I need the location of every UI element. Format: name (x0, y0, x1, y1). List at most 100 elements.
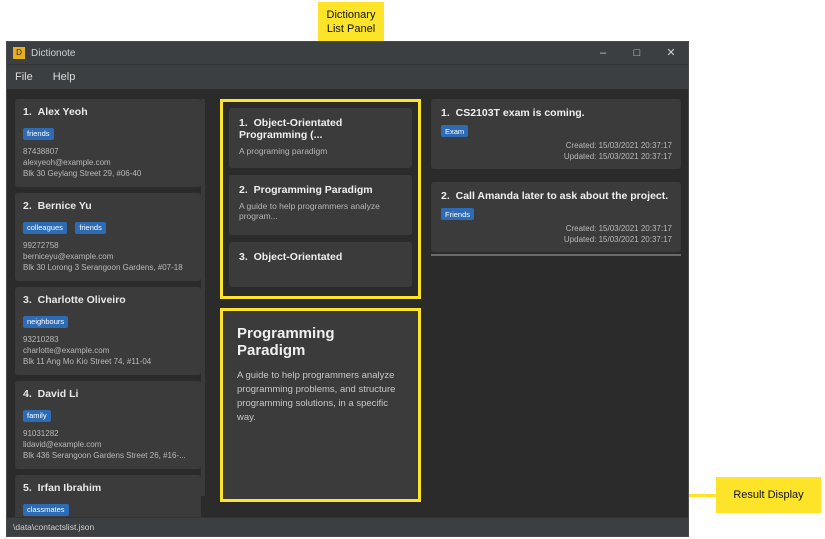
dictionary-item-title: 2. Programming Paradigm (239, 184, 402, 196)
contact-index: 4. (23, 388, 32, 400)
status-bar-path: \data\contactslist.json (13, 522, 95, 532)
work-area: 1. Alex Yeoh friends 87438807 alexyeoh@e… (7, 89, 688, 536)
contact-tags: colleagues friends (23, 217, 193, 235)
maximize-button[interactable]: □ (620, 42, 654, 64)
tag-chip: family (23, 409, 51, 422)
window-title: Dictionote (31, 47, 76, 59)
note-created: Created: 15/03/2021 20:37:17 (565, 141, 672, 150)
note-card[interactable]: 1. CS2103T exam is coming. Exam Created:… (431, 99, 681, 169)
minimize-button[interactable]: – (586, 42, 620, 64)
tag-chip: classmates (23, 503, 69, 516)
contact-tags: classmates (23, 499, 193, 517)
status-bar: \data\contactslist.json (7, 517, 688, 536)
contact-email: berniceyu@example.com (23, 252, 114, 261)
app-logo-icon: D (13, 47, 25, 59)
note-meta: Created: 15/03/2021 20:37:17 Updated: 15… (564, 223, 672, 245)
contact-card[interactable]: 4. David Li family 91031282 lidavid@exam… (15, 381, 201, 469)
menu-item-file[interactable]: File (15, 71, 33, 83)
contact-name: 4. David Li (23, 388, 193, 400)
dictionary-list-item[interactable]: 3. Object-Orientated (229, 242, 412, 287)
contact-index: 5. (23, 482, 32, 494)
dictionary-item-title-text: Object-Orientated (253, 251, 343, 263)
dictionary-column: 1. Object-Orientated Programming (... A … (220, 99, 421, 502)
dictionary-content-title: Programming Paradigm (237, 325, 335, 359)
tag-chip: friends (75, 221, 106, 234)
dictionary-item-title-text: Object-Orientated Programming (... (239, 117, 343, 141)
tag-chip: Exam (441, 125, 469, 137)
contact-name-text: Irfan Ibrahim (37, 482, 102, 494)
tag-chip: neighbours (23, 315, 69, 328)
contact-email: charlotte@example.com (23, 346, 110, 355)
contact-card[interactable]: 3. Charlotte Oliveiro neighbours 9321028… (15, 287, 201, 375)
note-index: 2. (441, 190, 450, 202)
note-list-panel[interactable]: 1. CS2103T exam is coming. Exam Created:… (431, 99, 681, 456)
menu-item-help[interactable]: Help (53, 71, 76, 83)
note-updated: Updated: 15/03/2021 20:37:17 (563, 235, 672, 244)
note-updated: Updated: 15/03/2021 20:37:17 (563, 152, 672, 161)
contact-index: 2. (23, 200, 32, 212)
contact-name: 1. Alex Yeoh (23, 106, 193, 118)
contact-address: Blk 11 Ang Mo Kio Street 74, #11-04 (23, 357, 152, 366)
annotation-dictionary-list-panel-line2: List Panel (326, 23, 376, 35)
contact-phone: 99272758 (23, 241, 59, 250)
dictionary-item-title-text: Programming Paradigm (253, 184, 373, 196)
dictionary-content-body: A guide to help programmers analyze prog… (237, 370, 396, 423)
contact-email: lidavid@example.com (23, 440, 102, 449)
contact-name: 5. Irfan Ibrahim (23, 482, 193, 494)
dictionary-content-panel[interactable]: Programming Paradigm A guide to help pro… (220, 308, 421, 502)
note-index: 1. (441, 107, 450, 119)
tag-chip: Friends (441, 208, 475, 220)
contact-tags: neighbours (23, 311, 193, 329)
application-window: D Dictionote – □ ✕ File Help 1. Alex Yeo… (6, 41, 689, 537)
close-button[interactable]: ✕ (654, 42, 688, 64)
contact-address: Blk 436 Serangoon Gardens Street 26, #16… (23, 451, 186, 460)
contact-name-text: Bernice Yu (37, 200, 92, 212)
contact-phone: 93210283 (23, 335, 59, 344)
contact-list-panel[interactable]: 1. Alex Yeoh friends 87438807 alexyeoh@e… (15, 99, 201, 518)
contact-tags: family (23, 405, 193, 423)
dictionary-item-subtitle: A guide to help programmers analyze prog… (239, 201, 380, 221)
tag-chip: friends (23, 127, 54, 140)
dictionary-list-item[interactable]: 2. Programming Paradigm A guide to help … (229, 175, 412, 235)
contact-name: 2. Bernice Yu (23, 200, 193, 212)
note-created: Created: 15/03/2021 20:37:17 (565, 224, 672, 233)
note-panel-divider (431, 254, 681, 256)
dictionary-list-item[interactable]: 1. Object-Orientated Programming (... A … (229, 108, 412, 168)
dictionary-list-panel[interactable]: 1. Object-Orientated Programming (... A … (220, 99, 421, 299)
contact-card[interactable]: 5. Irfan Ibrahim classmates 92492021 irf… (15, 475, 201, 518)
contact-index: 1. (23, 106, 32, 118)
title-bar: D Dictionote – □ ✕ (7, 42, 688, 65)
note-title: 2. Call Amanda later to ask about the pr… (441, 190, 671, 202)
contact-name-text: David Li (37, 388, 79, 400)
contact-index: 3. (23, 294, 32, 306)
contact-email: alexyeoh@example.com (23, 158, 111, 167)
annotation-dictionary-list-panel-line1: Dictionary (326, 9, 376, 21)
note-title: 1. CS2103T exam is coming. (441, 107, 671, 119)
contact-name: 3. Charlotte Oliveiro (23, 294, 193, 306)
dictionary-item-title: 1. Object-Orientated Programming (... (239, 117, 402, 141)
dictionary-item-index: 2. (239, 184, 248, 196)
contact-address: Blk 30 Geylang Street 29, #06-40 (23, 169, 142, 178)
contact-card[interactable]: 1. Alex Yeoh friends 87438807 alexyeoh@e… (15, 99, 201, 187)
annotation-dictionary-list-panel: Dictionary List Panel (318, 2, 384, 42)
window-controls: – □ ✕ (586, 42, 688, 64)
menu-bar: File Help (7, 65, 688, 90)
dictionary-item-index: 3. (239, 251, 248, 263)
note-card[interactable]: 2. Call Amanda later to ask about the pr… (431, 182, 681, 252)
note-meta: Created: 15/03/2021 20:37:17 Updated: 15… (564, 140, 672, 162)
contact-name-text: Alex Yeoh (37, 106, 88, 118)
dictionary-item-index: 1. (239, 117, 248, 129)
annotation-result-display: Result Display (716, 477, 821, 513)
contact-name-text: Charlotte Oliveiro (37, 294, 126, 306)
annotation-result-display-label: Result Display (733, 489, 804, 501)
dictionary-item-subtitle: A programing paradigm (239, 146, 328, 156)
note-title-text: CS2103T exam is coming. (455, 107, 585, 119)
contact-list-scrollbar[interactable] (201, 99, 205, 496)
contact-address: Blk 30 Lorong 3 Serangoon Gardens, #07-1… (23, 263, 183, 272)
contact-card[interactable]: 2. Bernice Yu colleagues friends 9927275… (15, 193, 201, 281)
contact-phone: 91031282 (23, 429, 59, 438)
note-title-text: Call Amanda later to ask about the proje… (455, 190, 669, 202)
dictionary-item-title: 3. Object-Orientated (239, 251, 402, 263)
contact-phone: 87438807 (23, 147, 59, 156)
contact-tags: friends (23, 123, 193, 141)
